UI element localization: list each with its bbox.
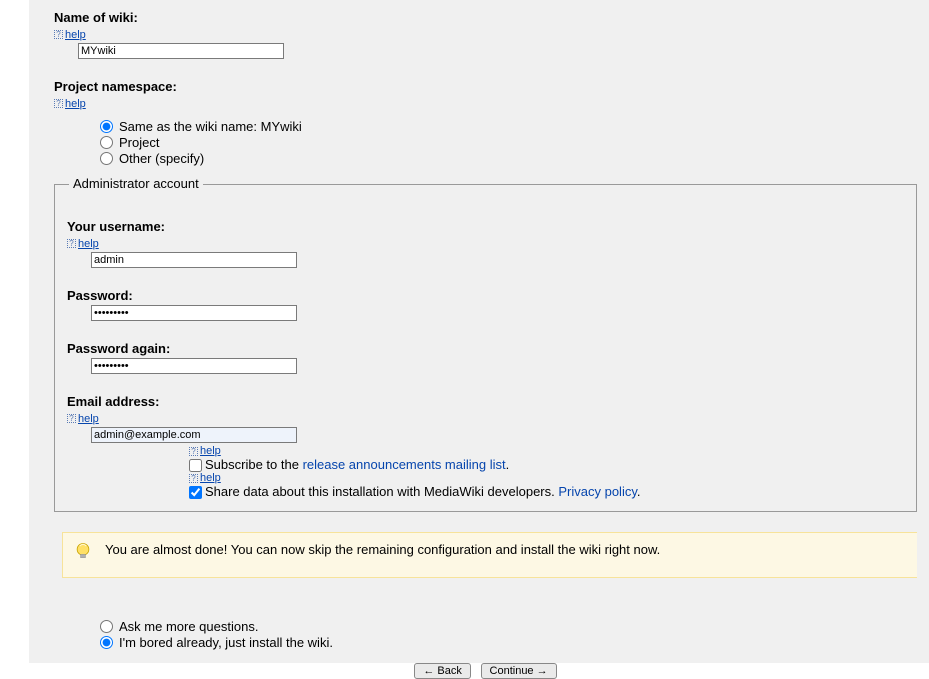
checkbox-block: ?help Subscribe to the release announcem…: [189, 445, 904, 499]
namespace-radio-other-label[interactable]: Other (specify): [119, 151, 204, 166]
namespace-radio-group: Same as the wiki name: MYwiki Project Ot…: [100, 118, 917, 166]
namespace-radio-project-label[interactable]: Project: [119, 135, 159, 150]
email-help-link[interactable]: help: [78, 413, 99, 425]
back-button[interactable]: ← Back: [414, 663, 471, 679]
help-icon: ?: [54, 30, 63, 39]
subscribe-row: ?help Subscribe to the release announcem…: [189, 445, 904, 472]
wiki-name-help-link[interactable]: help: [65, 29, 86, 41]
subscribe-text-suffix: .: [506, 457, 510, 472]
username-label: Your username:: [67, 219, 904, 234]
password-input[interactable]: [91, 305, 297, 321]
share-row: ?help Share data about this installation…: [189, 472, 904, 499]
email-help-row: ?help: [67, 410, 904, 425]
email-label: Email address:: [67, 394, 904, 409]
help-icon: ?: [67, 414, 76, 423]
help-icon: ?: [189, 474, 198, 483]
subscribe-help-link[interactable]: help: [200, 445, 221, 457]
subscribe-checkbox[interactable]: [189, 459, 202, 472]
namespace-radio-other[interactable]: [100, 152, 113, 165]
help-icon: ?: [189, 447, 198, 456]
email-input[interactable]: [91, 427, 297, 443]
password2-label: Password again:: [67, 341, 904, 356]
privacy-policy-link[interactable]: Privacy policy: [558, 484, 637, 499]
namespace-radio-same[interactable]: [100, 120, 113, 133]
username-help-row: ?help: [67, 235, 904, 250]
password-label: Password:: [67, 288, 904, 303]
namespace-help-row: ?help: [54, 95, 917, 110]
share-text-prefix: Share data about this installation with …: [205, 484, 558, 499]
admin-fieldset: Administrator account Your username: ?he…: [54, 184, 917, 512]
share-help-link[interactable]: help: [200, 472, 221, 484]
help-icon: ?: [67, 239, 76, 248]
namespace-help-link[interactable]: help: [65, 98, 86, 110]
help-icon: ?: [54, 99, 63, 108]
subscribe-text-prefix: Subscribe to the: [205, 457, 303, 472]
ask-more-radio[interactable]: [100, 620, 113, 633]
tip-text: You are almost done! You can now skip th…: [105, 541, 660, 557]
final-radio-group: Ask me more questions. I'm bored already…: [100, 618, 917, 650]
wiki-name-help-row: ?help: [54, 26, 917, 41]
wiki-name-label: Name of wiki:: [54, 10, 917, 25]
namespace-radio-project[interactable]: [100, 136, 113, 149]
tip-box: You are almost done! You can now skip th…: [62, 532, 917, 578]
namespace-label: Project namespace:: [54, 79, 917, 94]
wiki-name-input[interactable]: [78, 43, 284, 59]
password2-input[interactable]: [91, 358, 297, 374]
bored-label[interactable]: I'm bored already, just install the wiki…: [119, 635, 333, 650]
admin-legend: Administrator account: [69, 176, 203, 191]
ask-more-label[interactable]: Ask me more questions.: [119, 619, 258, 634]
main-content: Name of wiki: ?help Project namespace: ?…: [54, 0, 927, 679]
namespace-radio-same-label[interactable]: Same as the wiki name: MYwiki: [119, 119, 302, 134]
button-row: ← Back Continue →: [54, 662, 917, 679]
share-checkbox[interactable]: [189, 486, 202, 499]
left-margin: [0, 0, 29, 663]
username-input[interactable]: [91, 252, 297, 268]
share-text-suffix: .: [637, 484, 641, 499]
subscribe-link[interactable]: release announcements mailing list: [303, 457, 506, 472]
bored-radio[interactable]: [100, 636, 113, 649]
username-help-link[interactable]: help: [78, 238, 99, 250]
lightbulb-icon: [73, 541, 93, 561]
continue-button[interactable]: Continue →: [481, 663, 557, 679]
installer-page: Name of wiki: ?help Project namespace: ?…: [0, 0, 929, 663]
